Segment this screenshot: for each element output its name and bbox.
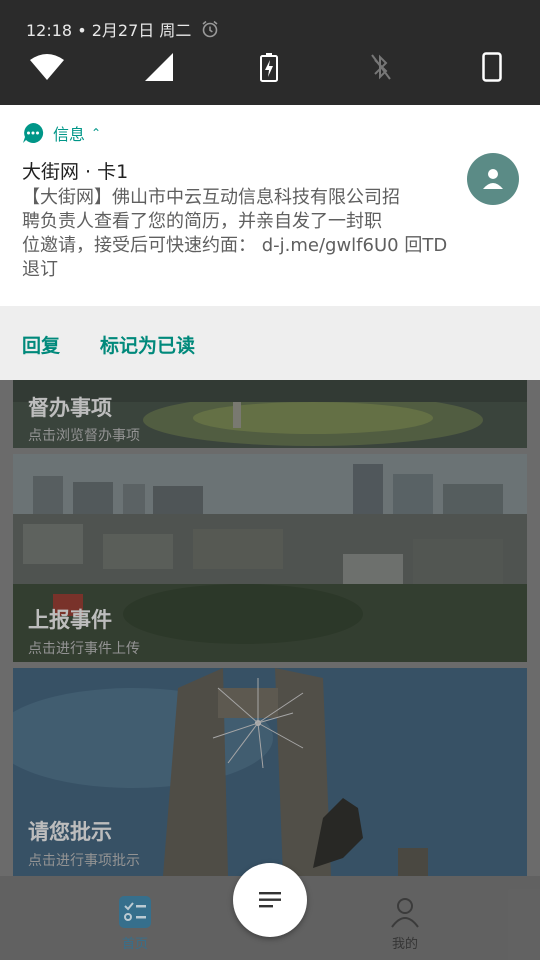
bluetooth-off-icon[interactable] — [364, 50, 398, 84]
notification-app-name: 信息 — [53, 125, 86, 144]
notification-actions — [0, 306, 540, 380]
notes-icon — [259, 892, 281, 908]
time-date-text: 12:18 • 2月27日 周二 — [26, 21, 192, 40]
quick-settings-panel: 12:18 • 2月27日 周二 — [0, 0, 540, 105]
body-line: 【大街网】佛山市中云互动信息科技有限公司招 — [22, 187, 400, 208]
menu-fab[interactable] — [233, 863, 307, 937]
notification-header: 信息 ⌃ — [22, 121, 101, 145]
avatar — [467, 153, 519, 205]
reply-button[interactable]: 回复 — [22, 331, 60, 358]
wifi-icon[interactable] — [30, 50, 64, 84]
signal-icon[interactable] — [142, 50, 176, 84]
person-icon — [483, 169, 503, 189]
battery-charging-icon[interactable] — [252, 50, 286, 84]
mark-as-read-button[interactable]: 标记为已读 — [100, 331, 195, 358]
chevron-up-icon[interactable]: ⌃ — [91, 126, 101, 140]
notification-title: 大街网 · 卡1 — [22, 161, 129, 183]
body-line: 退订 — [22, 259, 58, 280]
status-time: 12:18 • 2月27日 周二 — [26, 17, 219, 41]
body-line: 位邀请，接受后可快速约面： d-j.me/gwlf6U0 回TD — [22, 235, 448, 256]
message-app-icon — [23, 122, 44, 143]
alarm-icon — [201, 20, 219, 38]
notification-body: 【大街网】佛山市中云互动信息科技有限公司招 聘负责人查看了您的简历，并亲自发了一… — [22, 186, 507, 282]
phone-icon[interactable] — [475, 50, 509, 84]
body-line: 聘负责人查看了您的简历，并亲自发了一封职 — [22, 211, 382, 232]
